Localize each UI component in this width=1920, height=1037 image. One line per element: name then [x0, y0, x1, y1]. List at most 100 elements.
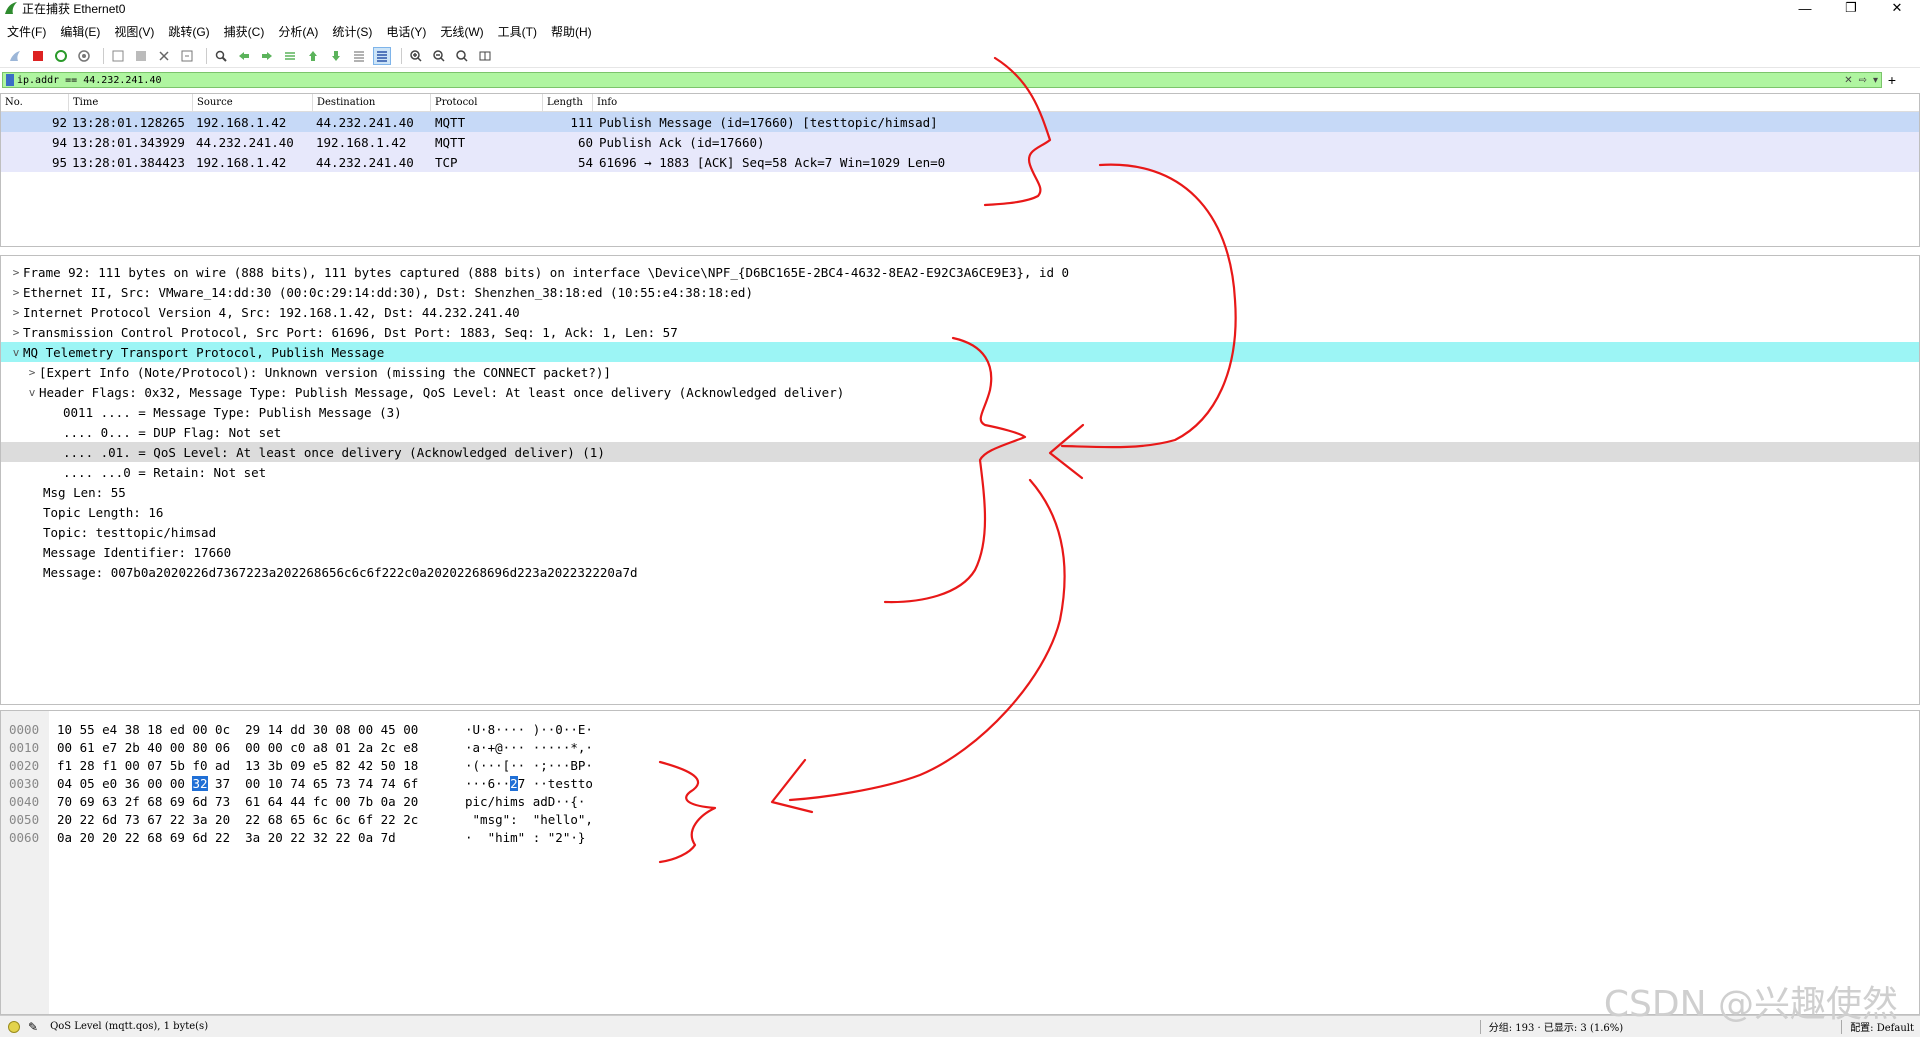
close-file-icon[interactable]: [155, 47, 173, 65]
hex-bytes: 0a 20 20 22 68 69 6d 22: [57, 829, 231, 845]
close-button[interactable]: ✕: [1874, 0, 1920, 16]
detail-row-expert-info[interactable]: > [Expert Info (Note/Protocol): Unknown v…: [1, 362, 1919, 382]
detail-row-frame[interactable]: > Frame 92: 111 bytes on wire (888 bits),…: [1, 262, 1919, 282]
expand-arrow-icon[interactable]: >: [9, 306, 23, 319]
detail-row-ethernet[interactable]: > Ethernet II, Src: VMware_14:dd:30 (00:0…: [1, 282, 1919, 302]
zoom-reset-icon[interactable]: [453, 47, 471, 65]
packet-source: 192.168.1.42: [196, 154, 287, 170]
detail-text: [Expert Info (Note/Protocol): Unknown ve…: [39, 364, 611, 380]
column-header-destination[interactable]: Destination: [313, 94, 431, 111]
detail-row-msg-len[interactable]: Msg Len: 55: [1, 482, 1919, 502]
packet-row[interactable]: 94 13:28:01.343929 44.232.241.40 192.168…: [1, 132, 1919, 152]
packet-row[interactable]: 95 13:28:01.384423 192.168.1.42 44.232.2…: [1, 152, 1919, 172]
zoom-in-icon[interactable]: [407, 47, 425, 65]
hex-row[interactable]: 0050 20 22 6d 73 67 22 3a 20 22 68 65 6c…: [1, 810, 615, 828]
expand-arrow-icon[interactable]: >: [25, 366, 39, 379]
colorize-icon[interactable]: [373, 46, 391, 65]
filter-actions: ✕ ⇨ ▾: [1841, 75, 1881, 86]
detail-row-message-id[interactable]: Message Identifier: 17660: [1, 542, 1919, 562]
find-packet-icon[interactable]: [212, 47, 230, 65]
detail-row-ip[interactable]: > Internet Protocol Version 4, Src: 192.1…: [1, 302, 1919, 322]
menu-telephony[interactable]: 电话(Y): [379, 23, 433, 40]
menu-edit[interactable]: 编辑(E): [53, 23, 107, 40]
column-header-source[interactable]: Source: [193, 94, 313, 111]
autoscroll-icon[interactable]: [350, 47, 368, 65]
menu-file[interactable]: 文件(F): [0, 23, 53, 40]
packet-list-header: No. Time Source Destination Protocol Len…: [1, 94, 1919, 112]
hex-offset: 0050: [9, 811, 40, 827]
clear-filter-icon[interactable]: ✕: [1841, 75, 1855, 86]
detail-row-dup-flag[interactable]: .... 0... = DUP Flag: Not set: [1, 422, 1919, 442]
reload-file-icon[interactable]: [178, 47, 196, 65]
packet-details-pane: > Frame 92: 111 bytes on wire (888 bits),…: [0, 255, 1920, 705]
detail-row-mqtt[interactable]: v MQ Telemetry Transport Protocol, Publis…: [1, 342, 1919, 362]
start-capture-icon[interactable]: [6, 47, 24, 65]
detail-row-topic[interactable]: Topic: testtopic/himsad: [1, 522, 1919, 542]
detail-text: Topic: testtopic/himsad: [43, 524, 217, 540]
go-to-packet-icon[interactable]: [281, 47, 299, 65]
display-filter-bar: ip.addr == 44.232.241.40 ✕ ⇨ ▾ +: [2, 71, 1902, 89]
expand-arrow-icon[interactable]: >: [9, 286, 23, 299]
toolbar-separator: [401, 47, 402, 64]
column-header-length[interactable]: Length: [543, 94, 593, 111]
bookmark-icon[interactable]: [6, 74, 14, 86]
stop-capture-icon[interactable]: [29, 47, 47, 65]
column-header-protocol[interactable]: Protocol: [431, 94, 543, 111]
detail-row-retain[interactable]: .... ...0 = Retain: Not set: [1, 462, 1919, 482]
zoom-out-icon[interactable]: [430, 47, 448, 65]
menu-capture[interactable]: 捕获(C): [217, 23, 272, 40]
expert-info-status-icon[interactable]: [8, 1020, 20, 1033]
resize-columns-icon[interactable]: [476, 47, 494, 65]
detail-row-header-flags[interactable]: v Header Flags: 0x32, Message Type: Publi…: [1, 382, 1919, 402]
menu-view[interactable]: 视图(V): [107, 23, 161, 40]
minimize-button[interactable]: —: [1782, 0, 1828, 16]
column-header-time[interactable]: Time: [69, 94, 193, 111]
add-filter-button-icon[interactable]: +: [1882, 72, 1902, 88]
go-first-icon[interactable]: [304, 47, 322, 65]
packet-length: 54: [577, 154, 593, 170]
column-header-no[interactable]: No.: [1, 94, 69, 111]
expand-arrow-icon[interactable]: >: [9, 326, 23, 339]
detail-row-message[interactable]: Message: 007b0a2020226d7367223a202268656…: [1, 562, 1919, 582]
apply-filter-icon[interactable]: ⇨: [1856, 75, 1870, 86]
hex-row[interactable]: 0000 10 55 e4 38 18 ed 00 0c 29 14 dd 30…: [1, 720, 615, 738]
go-back-icon[interactable]: [235, 47, 253, 65]
detail-row-qos-level[interactable]: .... .01. = QoS Level: At least once del…: [1, 442, 1919, 462]
expand-arrow-icon[interactable]: >: [9, 266, 23, 279]
hex-row[interactable]: 0040 70 69 63 2f 68 69 6d 73 61 64 44 fc…: [1, 792, 615, 810]
menu-go[interactable]: 跳转(G): [161, 23, 216, 40]
packet-info: 61696 → 1883 [ACK] Seq=58 Ack=7 Win=1029…: [599, 154, 946, 170]
go-forward-icon[interactable]: [258, 47, 276, 65]
hex-row[interactable]: 0030 04 05 e0 36 00 00 32 37 00 10 74 65…: [1, 774, 615, 792]
filter-history-icon[interactable]: ▾: [1870, 75, 1881, 86]
hex-bytes: 00 61 e7 2b 40 00 80 06: [57, 739, 231, 755]
packet-time: 13:28:01.343929: [72, 134, 185, 150]
collapse-arrow-icon[interactable]: v: [9, 346, 23, 359]
menu-analyze[interactable]: 分析(A): [271, 23, 325, 40]
restore-button[interactable]: ❐: [1828, 0, 1874, 16]
capture-options-icon[interactable]: [75, 47, 93, 65]
menu-wireless[interactable]: 无线(W): [433, 23, 490, 40]
hex-bytes: 13 3b 09 e5 82 42 50 18: [245, 757, 419, 773]
hex-ascii-selected[interactable]: 2: [510, 775, 518, 791]
hex-offset: 0030: [9, 775, 40, 791]
collapse-arrow-icon[interactable]: v: [25, 386, 39, 399]
edit-comment-icon[interactable]: ✎: [28, 1020, 38, 1034]
open-file-icon[interactable]: [109, 47, 127, 65]
menu-statistics[interactable]: 统计(S): [325, 23, 379, 40]
hex-selected-byte[interactable]: 32: [192, 775, 208, 791]
restart-capture-icon[interactable]: [52, 47, 70, 65]
detail-row-tcp[interactable]: > Transmission Control Protocol, Src Port…: [1, 322, 1919, 342]
column-header-info[interactable]: Info: [593, 94, 1919, 111]
go-last-icon[interactable]: [327, 47, 345, 65]
menu-help[interactable]: 帮助(H): [544, 23, 599, 40]
packet-row[interactable]: 92 13:28:01.128265 192.168.1.42 44.232.2…: [1, 112, 1919, 132]
save-file-icon[interactable]: [132, 47, 150, 65]
detail-row-topic-length[interactable]: Topic Length: 16: [1, 502, 1919, 522]
detail-row-message-type[interactable]: 0011 .... = Message Type: Publish Messag…: [1, 402, 1919, 422]
menu-tools[interactable]: 工具(T): [491, 23, 544, 40]
hex-row[interactable]: 0020 f1 28 f1 00 07 5b f0 ad 13 3b 09 e5…: [1, 756, 615, 774]
display-filter-input[interactable]: ip.addr == 44.232.241.40 ✕ ⇨ ▾: [2, 72, 1882, 88]
hex-row[interactable]: 0010 00 61 e7 2b 40 00 80 06 00 00 c0 a8…: [1, 738, 615, 756]
hex-row[interactable]: 0060 0a 20 20 22 68 69 6d 22 3a 20 22 32…: [1, 828, 615, 846]
